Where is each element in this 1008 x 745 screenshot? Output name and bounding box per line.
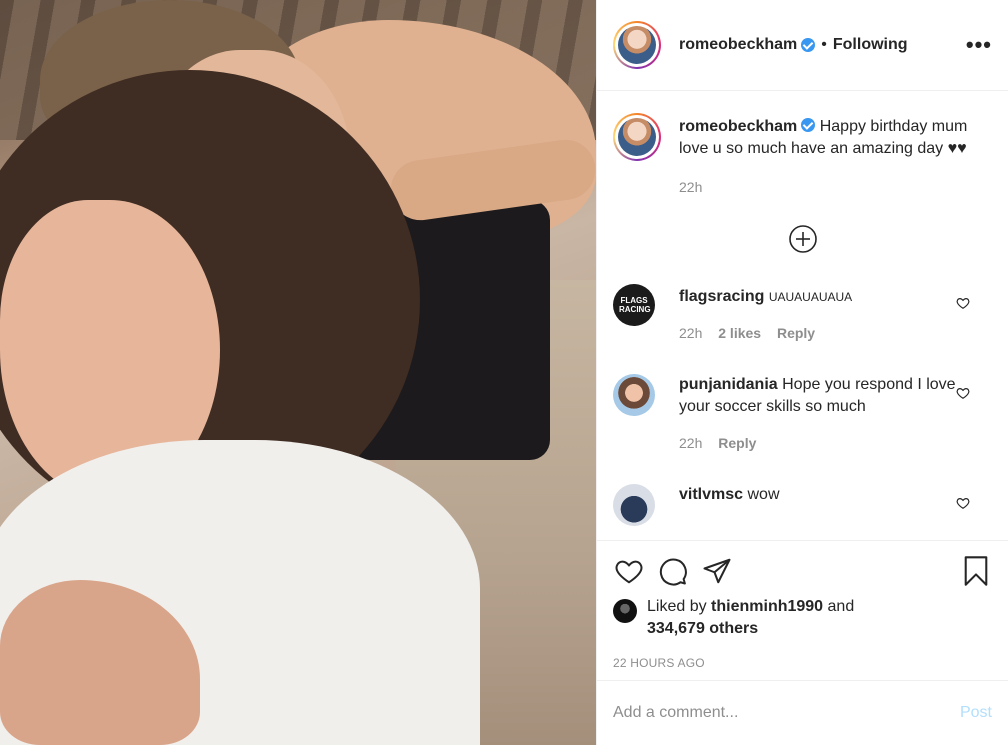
add-comment-bar: Post [597,680,1008,745]
reply-button[interactable]: Reply [718,435,756,451]
post-side-panel: romeobeckham • Following ••• romeobeckha… [596,0,1008,745]
plus-circle-icon[interactable] [788,224,818,254]
comment-item: vitlvmsc wow [613,484,992,526]
comment-time[interactable]: 22h [679,325,702,341]
heart-icon [615,560,643,584]
avatar-logo-text: FLAGS RACING [619,296,651,314]
bookmark-icon [964,556,988,586]
speech-bubble-icon [659,558,687,586]
separator-dot: • [821,36,827,53]
author-avatar[interactable] [613,21,661,69]
comment-text: UAUAUAUAUA [768,290,853,304]
caption-username[interactable]: romeobeckham [679,118,797,135]
post-photo[interactable] [0,0,596,745]
comment-avatar[interactable] [613,484,655,526]
comment-avatar[interactable]: FLAGS RACING [613,284,655,326]
post-header: romeobeckham • Following ••• [597,0,1008,91]
like-comment-icon[interactable] [956,296,970,310]
avatar-image [618,118,656,156]
post-timestamp[interactable]: 22 HOURS AGO [613,656,992,670]
share-button[interactable] [701,555,733,587]
comment-meta: 22h 2 likes Reply [679,322,975,344]
liker-avatar[interactable] [613,599,637,623]
add-comment-input[interactable] [613,704,933,722]
caption-meta: 22h [679,176,975,198]
liked-by-label: Liked by [647,598,707,615]
likes-and-label: and [827,598,855,615]
like-button[interactable] [613,555,645,587]
comment-text: wow [747,486,780,503]
comment-username[interactable]: flagsracing [679,288,764,305]
caption-time[interactable]: 22h [679,179,702,195]
post-actions: Liked by thienminh1990 and 334,679 other… [597,540,1008,680]
verified-badge-icon [801,38,816,52]
comments-list[interactable]: romeobeckham Happy birthday mum love u s… [597,91,1008,539]
comment-item: FLAGS RACING flagsracing UAUAUAUAUA 22h … [613,284,992,344]
save-button[interactable] [960,555,992,587]
comment-avatar[interactable] [613,374,655,416]
liker-username[interactable]: thienminh1990 [711,598,823,615]
post-caption: romeobeckham Happy birthday mum love u s… [613,113,992,198]
likes-others-count[interactable]: 334,679 others [647,620,758,637]
following-button[interactable]: Following [833,36,908,54]
avatar-image [618,26,656,64]
post-comment-button[interactable]: Post [960,704,992,722]
likes-summary: Liked by thienminh1990 and 334,679 other… [613,598,992,640]
load-more-comments[interactable] [613,224,992,254]
comment-meta: 22h Reply [679,432,975,454]
comment-time[interactable]: 22h [679,435,702,451]
like-comment-icon[interactable] [956,496,970,510]
like-comment-icon[interactable] [956,386,970,400]
caption-avatar[interactable] [613,113,661,161]
verified-badge-icon [801,118,816,132]
paper-plane-icon [703,558,731,584]
comment-username[interactable]: punjanidania [679,376,778,393]
comment-username[interactable]: vitlvmsc [679,486,743,503]
more-options-icon[interactable]: ••• [966,32,992,58]
comment-button[interactable] [657,555,689,587]
reply-button[interactable]: Reply [777,325,815,341]
action-icons-row [613,555,992,587]
comment-item: punjanidania Hope you respond I love you… [613,374,992,454]
instagram-post-modal: romeobeckham • Following ••• romeobeckha… [0,0,1008,745]
comment-likes[interactable]: 2 likes [718,325,761,341]
author-username[interactable]: romeobeckham [679,36,797,54]
